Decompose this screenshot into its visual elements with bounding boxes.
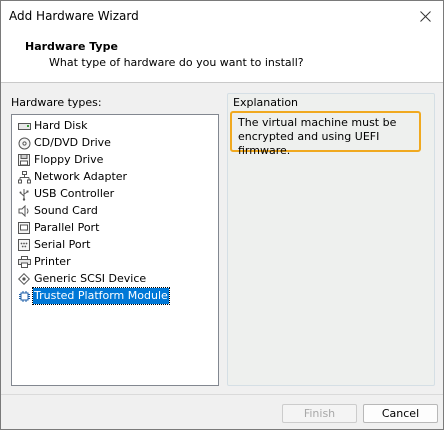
cancel-button[interactable]: Cancel [363,404,438,423]
serial-port-icon [17,238,31,252]
list-item-label: Trusted Platform Module [32,287,170,305]
list-item-label: Hard Disk [34,119,88,132]
footer-divider [1,394,443,395]
title-bar: Add Hardware Wizard [1,1,443,32]
close-button[interactable] [407,1,443,32]
list-item-cd-dvd-drive[interactable]: CD/DVD Drive [17,135,112,151]
list-item-printer[interactable]: Printer [17,254,72,270]
page-title: Hardware Type [25,40,118,53]
finish-button[interactable]: Finish [282,404,357,423]
list-item-hard-disk[interactable]: Hard Disk [17,118,88,134]
floppy-icon [17,153,31,167]
hardware-types-list[interactable]: Hard Disk CD/DVD Drive Floppy Drive Netw… [11,114,219,386]
cd-dvd-icon [17,136,31,150]
usb-icon [17,187,31,201]
scsi-icon [17,272,31,286]
list-item-label: Serial Port [34,238,91,251]
list-item-label: CD/DVD Drive [34,136,111,149]
list-item-label: USB Controller [34,187,115,200]
list-item-label: Generic SCSI Device [34,272,147,285]
hard-disk-icon [17,119,31,133]
page-subtitle: What type of hardware do you want to ins… [49,56,304,69]
parallel-port-icon [17,221,31,235]
speaker-icon [17,204,31,218]
list-item-usb-controller[interactable]: USB Controller [17,186,115,202]
wizard-window: Add Hardware Wizard Hardware Type What t… [0,0,444,430]
list-item-network-adapter[interactable]: Network Adapter [17,169,128,185]
list-item-trusted-platform-module[interactable]: Trusted Platform Module [17,287,170,305]
tpm-chip-icon [17,289,31,303]
window-title: Add Hardware Wizard [9,9,139,23]
list-item-floppy-drive[interactable]: Floppy Drive [17,152,104,168]
wizard-header: Hardware Type What type of hardware do y… [1,32,443,83]
list-item-label: Printer [34,255,71,268]
list-item-label: Sound Card [34,204,98,217]
list-item-parallel-port[interactable]: Parallel Port [17,220,100,236]
explanation-label: Explanation [233,96,299,109]
list-item-label: Network Adapter [34,170,128,183]
list-item-serial-port[interactable]: Serial Port [17,237,91,253]
list-item-generic-scsi-device[interactable]: Generic SCSI Device [17,271,147,287]
list-item-label: Parallel Port [34,221,100,234]
explanation-text: The virtual machine must be encrypted an… [230,111,421,157]
hardware-types-label: Hardware types: [11,96,102,109]
network-icon [17,170,31,184]
printer-icon [17,255,31,269]
list-item-label: Floppy Drive [34,153,104,166]
list-item-sound-card[interactable]: Sound Card [17,203,99,219]
close-icon [420,11,431,22]
